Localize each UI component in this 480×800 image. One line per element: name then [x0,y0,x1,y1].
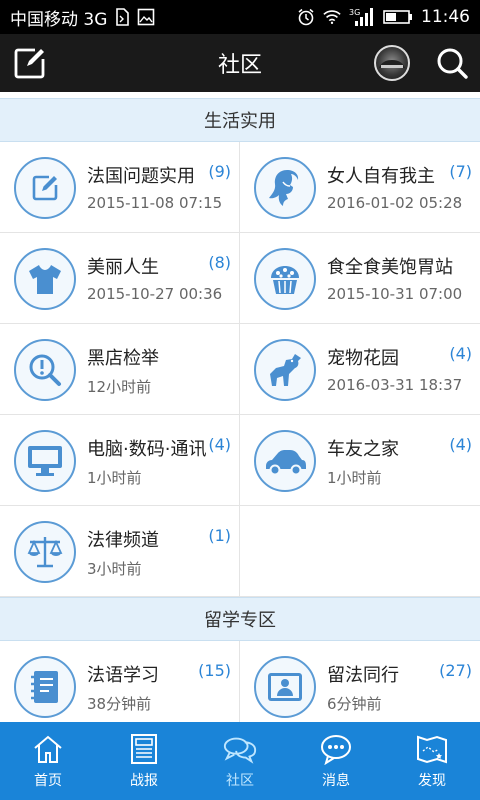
car-icon [254,430,316,492]
compose-button[interactable] [10,43,50,83]
app-header: 社区 [0,34,480,92]
carrier-label: 中国移动 3G [10,9,108,30]
chat-bubbles-icon [222,732,258,766]
forum-item-report-shops[interactable]: 黑店检举 12小时前 [0,324,240,415]
monitor-icon [14,430,76,492]
message-icon [318,732,354,766]
forum-count: (15) [198,661,231,680]
notebook-icon [14,656,76,718]
forum-time: 38分钟前 [87,695,152,713]
wifi-icon [323,8,341,26]
tab-home[interactable]: 首页 [0,722,96,800]
tab-label: 首页 [34,773,62,789]
tab-label: 社区 [226,773,254,789]
forum-name: 法语学习 [87,665,159,686]
forum-name: 宠物花园 [327,348,399,369]
battery-icon [383,8,413,26]
forum-time: 12小时前 [87,378,152,396]
newspaper-icon [126,732,162,766]
woman-icon [254,157,316,219]
sim-icon [113,8,131,26]
forum-count: (9) [208,162,231,181]
forum-item-france-questions[interactable]: 法国问题实用 2015-11-08 07:15 (9) [0,142,240,233]
avatar [374,45,410,81]
forum-name: 法律频道 [87,530,159,551]
search-button[interactable] [432,43,472,83]
id-card-icon [254,656,316,718]
tab-label: 战报 [130,773,158,789]
empty-cell [240,506,480,597]
forum-count: (1) [208,526,231,545]
forum-time: 2015-10-27 00:36 [87,285,223,303]
forum-time: 3小时前 [87,560,142,578]
forum-count: (8) [208,253,231,272]
forum-count: (27) [439,661,472,680]
forum-time: 1小时前 [87,469,142,487]
tab-label: 消息 [322,773,350,789]
forum-name: 电脑·数码·通讯 [87,439,207,460]
bottom-tab-bar: 首页 战报 社区 消息 发现 [0,722,480,800]
scales-icon [14,521,76,583]
forum-time: 2015-11-08 07:15 [87,194,223,212]
magnifier-alert-icon [14,339,76,401]
avatar-button[interactable] [372,43,412,83]
forum-count: (4) [449,435,472,454]
forum-name: 车友之家 [327,439,399,460]
home-icon [30,732,66,766]
svg-text:3G: 3G [349,8,360,17]
compose-icon [14,48,45,79]
section-grid-study-abroad: 法语学习 38分钟前 (15) 留法同行 6分钟前 (27) [0,641,480,722]
forum-name: 食全食美饱胃站 [327,257,453,278]
alarm-icon [297,8,315,26]
forum-time: 2016-03-31 18:37 [327,376,463,394]
forum-time: 6分钟前 [327,695,382,713]
forum-name: 女人自有我主 [327,166,435,187]
search-icon [437,48,468,79]
forum-item-beautiful-life[interactable]: 美丽人生 2015-10-27 00:36 (8) [0,233,240,324]
forum-item-food[interactable]: 食全食美饱胃站 2015-10-31 07:00 [240,233,480,324]
image-icon [137,8,155,26]
forum-item-car-club[interactable]: 车友之家 1小时前 (4) [240,415,480,506]
page-title: 社区 [217,53,262,78]
forum-name: 美丽人生 [87,257,159,278]
tab-messages[interactable]: 消息 [288,722,384,800]
section-header-life: 生活实用 [0,98,480,142]
forum-count: (4) [208,435,231,454]
tab-reports[interactable]: 战报 [96,722,192,800]
forum-name: 留法同行 [327,665,399,686]
section-grid-life: 法国问题实用 2015-11-08 07:15 (9) 女人自有我主 2016-… [0,142,480,597]
forum-count: (7) [449,162,472,181]
tab-label: 发现 [418,773,446,789]
map-icon [414,732,450,766]
edit-icon [14,157,76,219]
dog-icon [254,339,316,401]
forum-time: 2015-10-31 07:00 [327,285,463,303]
forum-count: (4) [449,344,472,363]
clock-time: 11:46 [421,7,470,27]
forum-item-digital[interactable]: 电脑·数码·通讯 1小时前 (4) [0,415,240,506]
forum-list[interactable]: 生活实用 法国问题实用 2015-11-08 07:15 (9) 女人自有我主 … [0,92,480,722]
forum-name: 黑店检举 [87,348,159,369]
forum-item-law[interactable]: 法律频道 3小时前 (1) [0,506,240,597]
forum-time: 1小时前 [327,469,382,487]
forum-name: 法国问题实用 [87,166,195,187]
section-header-study-abroad: 留学专区 [0,597,480,641]
forum-item-fellow-students[interactable]: 留法同行 6分钟前 (27) [240,641,480,722]
cell-signal-icon: 3G [349,8,375,26]
tab-discover[interactable]: 发现 [384,722,480,800]
tab-community[interactable]: 社区 [192,722,288,800]
tshirt-icon [14,248,76,310]
cupcake-icon [254,248,316,310]
forum-item-french-study[interactable]: 法语学习 38分钟前 (15) [0,641,240,722]
forum-item-women[interactable]: 女人自有我主 2016-01-02 05:28 (7) [240,142,480,233]
forum-item-pets[interactable]: 宠物花园 2016-03-31 18:37 (4) [240,324,480,415]
forum-time: 2016-01-02 05:28 [327,194,463,212]
status-bar: 中国移动 3G 3G 11:46 [0,0,480,34]
